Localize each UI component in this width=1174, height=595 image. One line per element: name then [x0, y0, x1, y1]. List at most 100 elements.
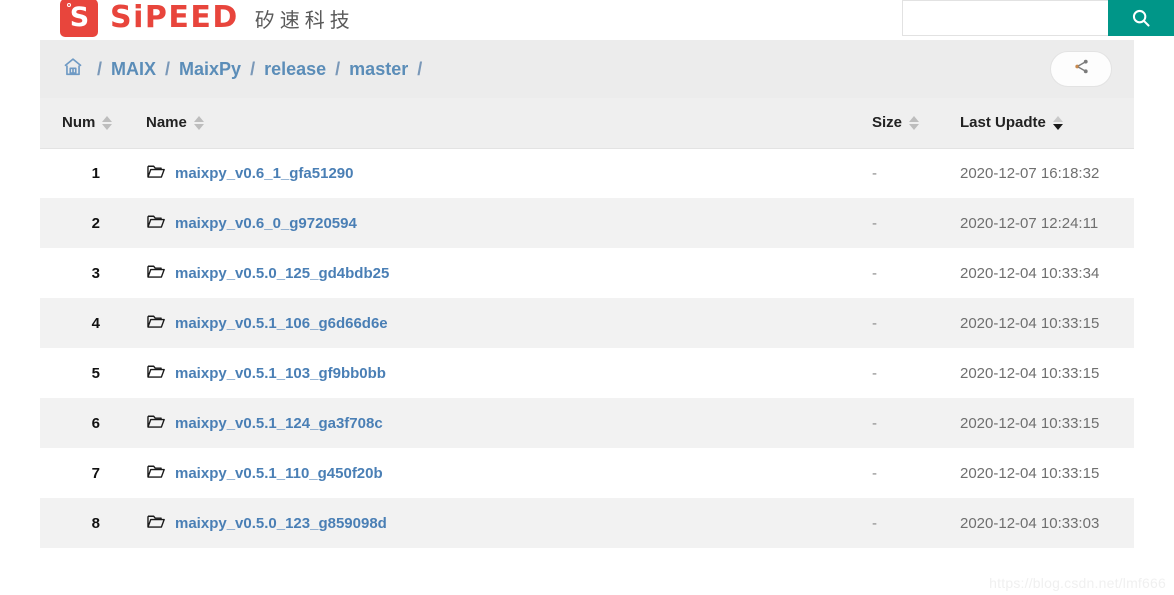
column-header-name[interactable]: Name — [122, 98, 850, 149]
cell-last-update: 2020-12-04 10:33:15 — [960, 464, 1100, 482]
share-icon — [1073, 58, 1090, 80]
breadcrumb-item-master[interactable]: master — [349, 59, 408, 80]
cell-num: 6 — [91, 414, 100, 432]
cell-name: maixpy_v0.5.1_103_gf9bb0bb — [122, 348, 850, 398]
table-row[interactable]: 1 maixpy_v0.6_1_gfa51290 - 2020-12-07 16:18… — [40, 148, 1134, 198]
folder-icon — [146, 362, 166, 384]
breadcrumb-item-maixpy[interactable]: MaixPy — [179, 59, 241, 80]
column-header-last-update[interactable]: Last Upadte — [950, 98, 1134, 149]
table-body: 1 maixpy_v0.6_1_gfa51290 - 2020-12-07 16:18… — [40, 148, 1134, 548]
table-row[interactable]: 8 maixpy_v0.5.0_123_g859098d - 2020-12-04 1… — [40, 498, 1134, 548]
home-icon[interactable] — [62, 56, 84, 83]
folder-icon — [146, 262, 166, 284]
cell-name: maixpy_v0.5.0_123_g859098d — [122, 498, 850, 548]
caret-down-icon — [1052, 123, 1063, 130]
cell-size: - — [872, 314, 877, 332]
sort-toggle-name[interactable] — [193, 115, 204, 130]
cell-size: - — [872, 364, 877, 382]
folder-icon — [146, 312, 166, 334]
breadcrumb-separator-2: / — [250, 58, 256, 79]
cell-size: - — [872, 464, 877, 482]
caret-down-icon — [102, 123, 113, 130]
file-link[interactable]: maixpy_v0.5.1_124_ga3f708c — [175, 415, 383, 432]
logo-letter: S — [69, 2, 89, 33]
search-icon — [1130, 7, 1152, 29]
caret-up-icon — [1052, 115, 1063, 122]
cell-num: 5 — [91, 364, 100, 382]
cell-size: - — [872, 164, 877, 182]
logo-subtitle: 矽速科技 — [254, 7, 355, 32]
breadcrumb-item-release[interactable]: release — [264, 59, 326, 80]
folder-icon — [146, 512, 166, 534]
cell-last-update: 2020-12-04 10:33:15 — [960, 364, 1100, 382]
cell-last-update: 2020-12-07 12:24:11 — [960, 214, 1099, 232]
caret-up-icon — [193, 115, 204, 122]
breadcrumb-separator-3: / — [335, 58, 341, 79]
cell-size: - — [872, 214, 877, 232]
search-input[interactable] — [902, 0, 1108, 36]
file-link[interactable]: maixpy_v0.5.1_110_g450f20b — [175, 465, 383, 482]
watermark: https://blog.csdn.net/lmf666 — [989, 575, 1166, 591]
cell-num: 2 — [91, 214, 100, 232]
cell-num: 8 — [91, 514, 100, 532]
cell-last-update: 2020-12-07 16:18:32 — [960, 164, 1100, 182]
sort-toggle-size[interactable] — [909, 115, 920, 130]
cell-num: 7 — [91, 464, 100, 482]
cell-size: - — [872, 264, 877, 282]
table-row[interactable]: 7 maixpy_v0.5.1_110_g450f20b - 2020-12-04 1… — [40, 448, 1134, 498]
caret-up-icon — [909, 115, 920, 122]
cell-name: maixpy_v0.5.1_110_g450f20b — [122, 448, 850, 498]
column-header-size[interactable]: Size — [850, 98, 950, 149]
sipeed-logo-mark: S — [60, 0, 98, 37]
file-link[interactable]: maixpy_v0.5.0_125_gd4bdb25 — [175, 265, 389, 282]
logo-wordmark: SiPEED — [110, 0, 239, 35]
breadcrumb-item-maix[interactable]: MAIX — [111, 59, 156, 80]
folder-icon — [146, 412, 166, 434]
table-header: Num Name Size Last Upadte — [40, 98, 1134, 149]
file-link[interactable]: maixpy_v0.6_0_g9720594 — [175, 215, 357, 232]
share-button[interactable] — [1050, 51, 1112, 87]
file-list-table: Num Name Size Last Upadte 1 maixpy_v0.6_… — [40, 98, 1134, 548]
file-link[interactable]: maixpy_v0.5.0_123_g859098d — [175, 515, 387, 532]
file-link[interactable]: maixpy_v0.5.1_103_gf9bb0bb — [175, 365, 386, 382]
table-row[interactable]: 3 maixpy_v0.5.0_125_gd4bdb25 - 2020-12-04 1… — [40, 248, 1134, 298]
cell-num: 3 — [91, 264, 100, 282]
folder-icon — [146, 462, 166, 484]
content-container: / MAIX / MaixPy / release / master / Num… — [40, 40, 1134, 548]
cell-last-update: 2020-12-04 10:33:15 — [960, 314, 1100, 332]
table-row[interactable]: 4 maixpy_v0.5.1_106_g6d66d6e - 2020-12-04 1… — [40, 298, 1134, 348]
column-label-name: Name — [146, 114, 187, 132]
site-logo[interactable]: S SiPEED 矽速科技 — [60, 0, 355, 37]
search-area — [902, 0, 1174, 36]
cell-size: - — [872, 514, 877, 532]
breadcrumb-separator-4: / — [417, 58, 423, 79]
cell-last-update: 2020-12-04 10:33:34 — [960, 264, 1100, 282]
cell-name: maixpy_v0.5.1_106_g6d66d6e — [122, 298, 850, 348]
cell-num: 4 — [91, 314, 100, 332]
search-button[interactable] — [1108, 0, 1174, 36]
breadcrumb-separator-1: / — [165, 58, 171, 79]
column-header-num[interactable]: Num — [40, 98, 122, 149]
breadcrumb-separator-0: / — [97, 58, 103, 79]
table-row[interactable]: 5 maixpy_v0.5.1_103_gf9bb0bb - 2020-12-04 1… — [40, 348, 1134, 398]
cell-name: maixpy_v0.5.0_125_gd4bdb25 — [122, 248, 850, 298]
file-link[interactable]: maixpy_v0.6_1_gfa51290 — [175, 165, 353, 182]
caret-down-icon — [193, 123, 204, 130]
page-root: S SiPEED 矽速科技 / MAIX / MaixPy / release … — [0, 0, 1174, 595]
breadcrumb-bar: / MAIX / MaixPy / release / master / — [40, 40, 1134, 98]
cell-name: maixpy_v0.6_0_g9720594 — [122, 198, 850, 248]
cell-name: maixpy_v0.5.1_124_ga3f708c — [122, 398, 850, 448]
sort-toggle-last-update[interactable] — [1052, 115, 1063, 130]
column-label-num: Num — [62, 114, 96, 132]
cell-last-update: 2020-12-04 10:33:03 — [960, 514, 1100, 532]
table-header-row: Num Name Size Last Upadte — [40, 98, 1134, 149]
site-header: S SiPEED 矽速科技 — [0, 0, 1174, 40]
sort-toggle-num[interactable] — [102, 115, 113, 130]
folder-icon — [146, 162, 166, 184]
cell-name: maixpy_v0.6_1_gfa51290 — [122, 148, 850, 198]
caret-down-icon — [909, 123, 920, 130]
cell-size: - — [872, 414, 877, 432]
table-row[interactable]: 6 maixpy_v0.5.1_124_ga3f708c - 2020-12-04 1… — [40, 398, 1134, 448]
table-row[interactable]: 2 maixpy_v0.6_0_g9720594 - 2020-12-07 12:24… — [40, 198, 1134, 248]
file-link[interactable]: maixpy_v0.5.1_106_g6d66d6e — [175, 315, 388, 332]
